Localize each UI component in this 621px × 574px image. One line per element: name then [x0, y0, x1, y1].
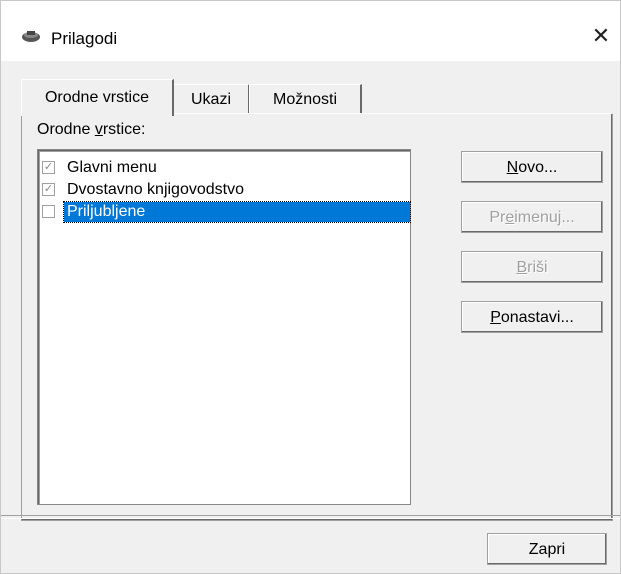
list-item-dvostavno-knjigovodstvo[interactable]: ✓ Dvostavno knjigovodstvo [42, 180, 408, 200]
delete-button[interactable]: Briši [461, 251, 603, 283]
tab-moznosti[interactable]: Možnosti [249, 84, 362, 115]
dialog-client-area: Orodne vrstice Ukazi Možnosti Orodne vrs… [1, 61, 620, 573]
close-button[interactable]: Zapri [487, 533, 607, 565]
toolbars-list-label: Orodne vrstice: [37, 121, 146, 138]
divider [1, 515, 620, 519]
checkbox-glavni-menu[interactable]: ✓ [42, 161, 55, 174]
new-button[interactable]: Novo... [461, 151, 603, 183]
rename-button[interactable]: Preimenuj... [461, 201, 603, 233]
checkbox-dvostavno-knjigovodstvo[interactable]: ✓ [42, 183, 55, 196]
list-item-glavni-menu[interactable]: ✓ Glavni menu [42, 158, 408, 178]
reset-button[interactable]: Ponastavi... [461, 301, 603, 333]
list-item-priljubljene[interactable]: Priljubljene [42, 201, 411, 223]
checkbox-priljubljene[interactable] [42, 205, 55, 218]
close-icon[interactable]: ✕ [585, 21, 617, 53]
customize-dialog: Prilagodi ✕ Orodne vrstice Ukazi Možnost… [0, 0, 621, 574]
title-bar: Prilagodi ✕ [1, 1, 620, 61]
tab-orodne-vrstice[interactable]: Orodne vrstice [21, 79, 174, 116]
tab-ukazi[interactable]: Ukazi [173, 84, 250, 115]
window-title: Prilagodi [51, 29, 118, 48]
toolbar-app-icon [22, 31, 40, 42]
toolbars-listbox[interactable]: ✓ Glavni menu ✓ Dvostavno knjigovodstvo … [37, 149, 411, 505]
